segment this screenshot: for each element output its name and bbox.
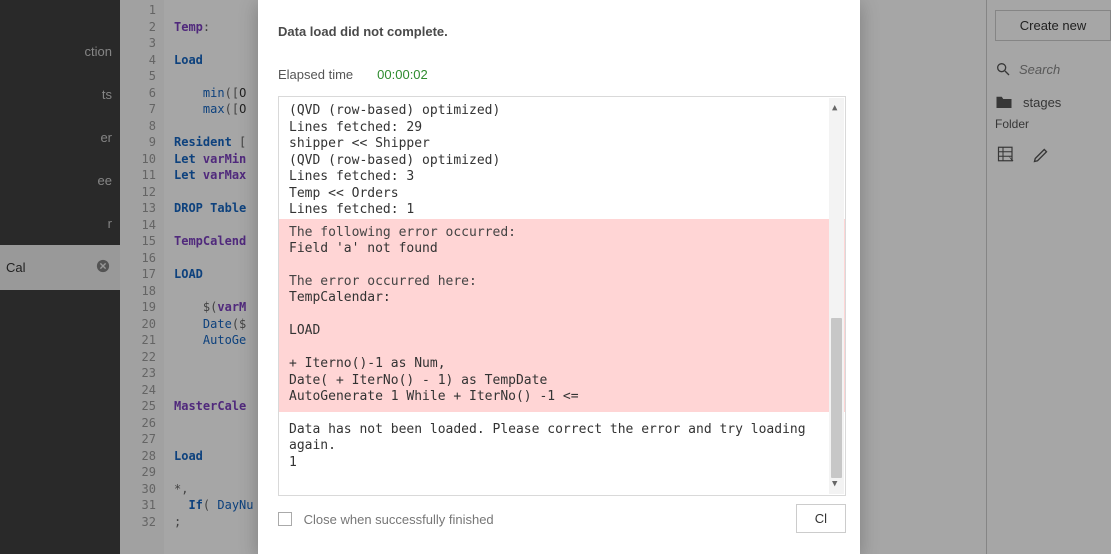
scroll-down-icon[interactable]: ▼ [832,476,837,493]
dialog-title: Data load did not complete. [278,24,846,39]
nav-item[interactable]: er [0,116,120,159]
folder-name: stages [1023,95,1061,110]
elapsed-time-label: Elapsed time [278,67,353,82]
search-placeholder: Search [1019,62,1060,77]
search-icon [995,61,1011,77]
log-error-block: The following error occurred: Field 'a' … [279,219,845,412]
scroll-thumb[interactable] [831,318,842,478]
nav-item[interactable]: r [0,202,120,245]
error-detail: Field 'a' not found [289,241,835,258]
close-when-finished-checkbox[interactable]: Close when successfully finished [278,510,494,527]
select-data-icon[interactable] [997,145,1015,166]
search-input[interactable]: Search [987,55,1111,83]
left-nav: ction ts er ee r Cal [0,0,120,554]
nav-item-active[interactable]: Cal [0,245,120,290]
close-icon[interactable] [96,259,110,276]
edit-icon[interactable] [1033,145,1051,166]
create-new-button[interactable]: Create new [995,10,1111,41]
folder-icon [995,93,1013,111]
load-log[interactable]: (QVD (row-based) optimized)Lines fetched… [278,96,846,496]
folder-item[interactable]: stages [987,83,1111,115]
checkbox-icon[interactable] [278,512,292,526]
line-gutter: 1234567891011121314151617181920212223242… [120,0,164,554]
error-location-heading: The error occurred here: [289,274,835,291]
data-load-progress-dialog: Data load did not complete. Elapsed time… [258,0,860,554]
checkbox-label: Close when successfully finished [304,512,494,527]
nav-item[interactable]: ts [0,73,120,116]
right-panel: Create new Search stages Folder [986,0,1111,554]
log-lines: (QVD (row-based) optimized)Lines fetched… [289,103,835,219]
scroll-up-icon[interactable]: ▲ [832,100,837,117]
folder-type-label: Folder [987,115,1111,139]
error-heading: The following error occurred: [289,225,835,242]
close-button[interactable]: Cl [796,504,846,533]
log-lines: Data has not been loaded. Please correct… [289,422,835,472]
nav-item[interactable]: ee [0,159,120,202]
nav-item[interactable]: ction [0,30,120,73]
error-location-body: TempCalendar: LOAD + Iterno()-1 as Num, … [289,290,835,406]
log-scrollbar[interactable]: ▲ ▼ [829,98,844,494]
elapsed-time-value: 00:00:02 [377,67,428,82]
nav-item-label: Cal [6,260,26,275]
